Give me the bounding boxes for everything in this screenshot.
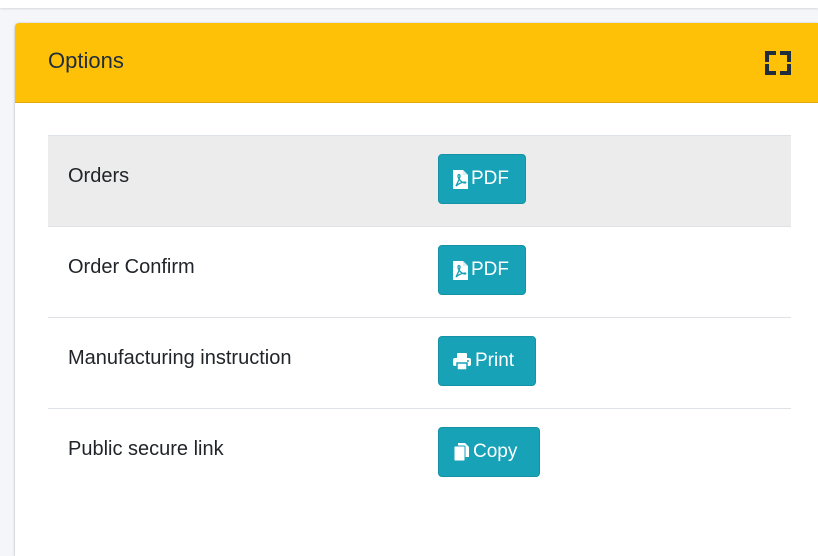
pdf-button-label: PDF (471, 168, 509, 189)
copy-icon (453, 443, 469, 462)
maximize-card-button[interactable] (765, 51, 791, 75)
pdf-button-label: PDF (471, 259, 509, 280)
options-card: Options Orders PDF Order Confirm PDF Man… (15, 23, 818, 556)
table-row: Public secure link Copy (48, 408, 791, 499)
file-pdf-icon (453, 260, 468, 280)
orders-pdf-button[interactable]: PDF (438, 154, 526, 204)
order-confirm-pdf-button[interactable]: PDF (438, 245, 526, 295)
row-label-order-confirm: Order Confirm (68, 256, 195, 278)
copy-button-label: Copy (473, 441, 518, 462)
row-label-public-secure-link: Public secure link (68, 438, 224, 460)
card-title: Options (48, 48, 124, 73)
card-header: Options (15, 23, 818, 103)
print-button-label: Print (475, 350, 515, 371)
expand-icon (765, 51, 791, 75)
row-label-orders: Orders (68, 165, 130, 187)
print-icon (453, 352, 471, 371)
options-table: Orders PDF Order Confirm PDF Manufacturi… (48, 135, 791, 499)
table-row: Manufacturing instruction Print (48, 317, 791, 408)
previous-card-edge (0, 0, 818, 8)
file-pdf-icon (453, 169, 468, 189)
row-label-manufacturing-instruction: Manufacturing instruction (68, 347, 292, 369)
table-row: Order Confirm PDF (48, 226, 791, 317)
table-row: Orders PDF (48, 135, 791, 226)
public-secure-link-copy-button[interactable]: Copy (438, 427, 540, 477)
manufacturing-instruction-print-button[interactable]: Print (438, 336, 536, 386)
